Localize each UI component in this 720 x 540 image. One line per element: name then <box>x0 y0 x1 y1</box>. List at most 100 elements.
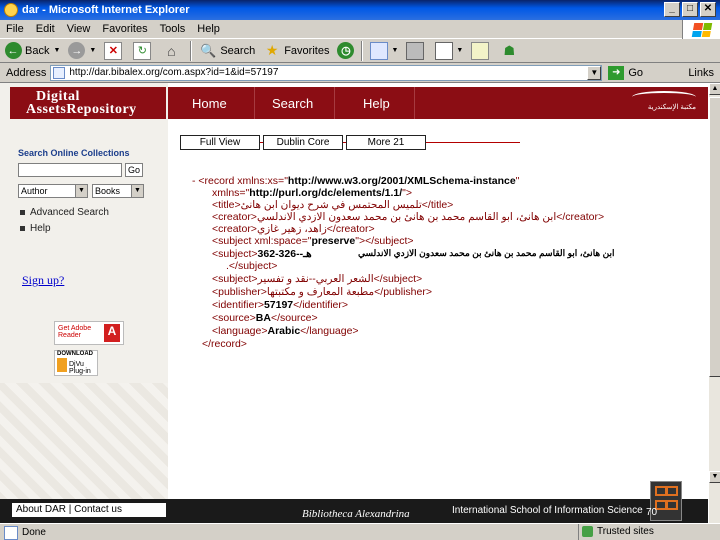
left-panel-texture <box>0 383 168 503</box>
xml-line-xmlns: xmlns="http://purl.org/dc/elements/1.1/"… <box>212 187 412 199</box>
stop-icon: ✕ <box>104 41 123 60</box>
record-view: Full View Dublin Core More 21 - <record … <box>168 119 708 499</box>
favorites-button[interactable]: ★ Favorites <box>259 40 333 62</box>
security-zone: Trusted sites <box>578 524 654 540</box>
more-button[interactable]: More 21 <box>346 135 426 150</box>
address-bar: Address http://dar.bibalex.org/com.aspx?… <box>0 63 720 83</box>
close-button[interactable]: ✕ <box>700 2 716 17</box>
back-arrow-icon: ← <box>4 42 22 59</box>
scroll-down-icon[interactable]: ▼ <box>709 471 720 483</box>
vertical-scrollbar[interactable]: ▲ ▼ <box>708 83 720 523</box>
favorites-label: Favorites <box>284 44 330 57</box>
xml-line-subject-preserve: <subject xml:space="preserve"></subject> <box>212 235 414 247</box>
dar-logo[interactable]: Digital AssetsRepository <box>10 87 166 119</box>
maximize-button[interactable]: □ <box>682 2 698 17</box>
advanced-search-label: Advanced Search <box>30 207 109 218</box>
go-button[interactable]: ➜ Go <box>608 65 644 80</box>
get-adobe-reader-badge[interactable]: Get Adobe Reader A <box>54 321 124 345</box>
xml-line-identifier: <identifier>57197</identifier> <box>212 299 349 311</box>
nav-search[interactable]: Search <box>272 96 313 111</box>
discuss-icon <box>471 41 490 60</box>
help-link[interactable]: Help <box>20 223 51 234</box>
type-select[interactable]: Books ▼ <box>92 184 144 198</box>
edit-page-icon <box>435 41 454 60</box>
djvu-label: DjVu Plug-in <box>69 361 91 375</box>
discuss-button[interactable] <box>467 40 496 62</box>
advanced-search-link[interactable]: Advanced Search <box>20 207 109 218</box>
menu-edit[interactable]: Edit <box>30 23 61 35</box>
djvu-icon <box>57 358 67 372</box>
favorites-star-icon: ★ <box>265 42 279 58</box>
home-button[interactable]: ⌂ <box>158 40 187 62</box>
scroll-thumb[interactable] <box>709 97 720 377</box>
search-icon: 🔍 <box>200 42 217 58</box>
menu-favorites[interactable]: Favorites <box>96 23 153 35</box>
messenger-button[interactable]: ☗ <box>496 40 525 62</box>
footer-links[interactable]: About DAR | Contact us <box>12 503 166 517</box>
go-label: Go <box>628 66 644 79</box>
menu-bar: File Edit View Favorites Tools Help <box>0 20 720 39</box>
xml-line-creator-1: <creator>ابن هانئ، ابو القاسم محمد بن ها… <box>212 211 605 223</box>
forward-arrow-icon: → <box>68 42 86 59</box>
minimize-button[interactable]: _ <box>664 2 680 17</box>
logo-line2: AssetsRepository <box>26 102 137 117</box>
search-button[interactable]: 🔍 Search <box>195 40 259 62</box>
links-button[interactable]: Links <box>688 67 714 79</box>
xml-line-subject-author: ابن هانئ، ابو القاسم محمد بن هانئ بن محم… <box>358 248 615 258</box>
xml-line-source: <source>BA</source> <box>212 312 318 324</box>
refresh-button[interactable]: ↻ <box>129 40 158 62</box>
status-bar: Done Trusted sites <box>0 523 720 540</box>
ie-icon <box>4 3 18 17</box>
back-button[interactable]: ← Back ▼ <box>0 40 64 62</box>
bullet-icon <box>20 225 25 231</box>
address-input[interactable]: http://dar.bibalex.org/com.aspx?id=1&id=… <box>50 64 603 81</box>
mail-button[interactable]: ▼ <box>366 40 402 62</box>
full-view-button[interactable]: Full View <box>180 135 260 150</box>
window-titlebar: dar - Microsoft Internet Explorer _ □ ✕ <box>0 0 720 20</box>
field-select[interactable]: Author ▼ <box>18 184 88 198</box>
history-button[interactable]: ◷ <box>333 40 358 62</box>
nav-home[interactable]: Home <box>192 96 227 111</box>
menu-file[interactable]: File <box>0 23 30 35</box>
window-title: dar - Microsoft Internet Explorer <box>22 4 190 16</box>
adobe-icon: A <box>104 324 120 342</box>
messenger-icon: ☗ <box>503 42 516 58</box>
sign-up-link[interactable]: Sign up? <box>22 273 64 288</box>
chevron-down-icon: ▼ <box>131 185 143 197</box>
bibliotheca-alexandrina-logo: مكتبة الإسكندرية <box>624 91 696 115</box>
search-input[interactable] <box>18 163 122 177</box>
xml-line-language: <language>Arabic</language> <box>212 325 359 337</box>
back-label: Back <box>25 44 50 57</box>
field-select-value: Author <box>21 186 48 196</box>
history-icon: ◷ <box>337 42 355 59</box>
xml-line-record-close: </record> <box>202 338 247 350</box>
dublin-core-button[interactable]: Dublin Core <box>263 135 343 150</box>
search-title: Search Online Collections <box>18 148 130 158</box>
windows-logo <box>682 20 720 39</box>
bibalex-arabic-name: مكتبة الإسكندرية <box>647 104 696 111</box>
standard-toolbar: ← Back ▼ → ▼ ✕ ↻ ⌂ 🔍 Search ★ Favorites … <box>0 39 720 63</box>
type-select-value: Books <box>95 186 121 196</box>
xml-line-publisher: <publisher>مطبعة المعارف و مكتبتها</publ… <box>212 286 432 298</box>
djvu-download-label: DOWNLOAD <box>57 351 93 357</box>
footer-school-name: International School of Information Scie… <box>452 505 643 516</box>
home-icon: ⌂ <box>167 42 176 59</box>
nav-help[interactable]: Help <box>363 96 390 111</box>
menu-tools[interactable]: Tools <box>154 23 192 35</box>
search-go-button[interactable]: Go <box>125 163 143 177</box>
print-button[interactable] <box>402 40 431 62</box>
xml-line-creator-2: <creator>زاهد، زهير غازي</creator> <box>212 223 375 235</box>
djvu-plugin-badge[interactable]: DOWNLOAD DjVu Plug-in <box>54 350 98 376</box>
forward-button[interactable]: → ▼ <box>64 40 100 62</box>
page-footer: About DAR | Contact us Bibliotheca Alexa… <box>0 481 708 523</box>
menu-help[interactable]: Help <box>191 23 226 35</box>
menu-view[interactable]: View <box>61 23 97 35</box>
go-arrow-icon: ➜ <box>608 65 625 80</box>
stop-button[interactable]: ✕ <box>100 40 129 62</box>
address-dropdown-icon[interactable]: ▼ <box>587 65 602 80</box>
scroll-up-icon[interactable]: ▲ <box>709 83 720 95</box>
edit-button[interactable]: ▼ <box>431 40 467 62</box>
address-url: http://dar.bibalex.org/com.aspx?id=1&id=… <box>69 67 279 78</box>
left-panel: Digital AssetsRepository Search Online C… <box>0 83 168 523</box>
chevron-down-icon: ▼ <box>75 185 87 197</box>
